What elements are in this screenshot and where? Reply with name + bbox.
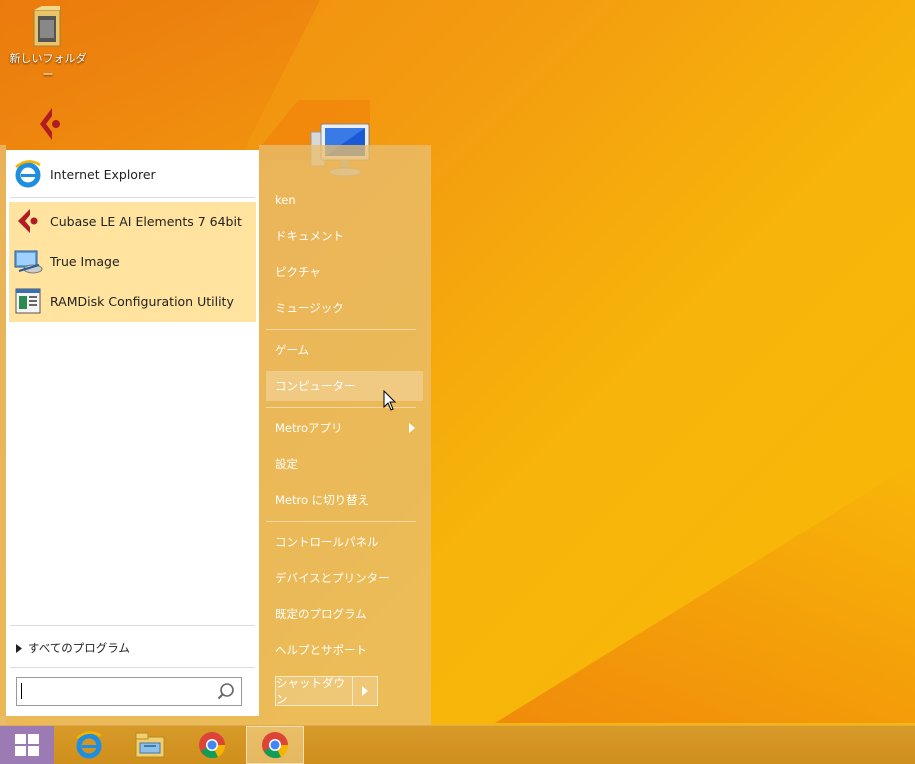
shutdown-options-button[interactable] [353, 676, 378, 706]
menu-default-programs[interactable]: 既定のプログラム [266, 599, 423, 629]
text-caret [21, 683, 22, 699]
shutdown-button[interactable]: シャットダウン [275, 676, 353, 706]
search-icon[interactable] [217, 682, 235, 700]
program-internet-explorer[interactable]: Internet Explorer [6, 154, 259, 194]
triangle-right-icon [16, 643, 22, 653]
search-input[interactable] [16, 677, 242, 706]
menu-music[interactable]: ミュージック [266, 293, 423, 323]
program-label: Cubase LE AI Elements 7 64bit [50, 213, 242, 229]
chrome-icon [199, 732, 226, 759]
program-ramdisk[interactable]: RAMDisk Configuration Utility [6, 281, 259, 321]
cubase-icon [12, 205, 44, 237]
chevron-right-icon [362, 686, 368, 696]
divider [10, 197, 255, 198]
menu-computer[interactable]: コンピューター [266, 371, 423, 401]
windows-logo-icon [15, 734, 39, 756]
divider [10, 667, 255, 668]
desktop-icon-cubase[interactable] [10, 104, 90, 144]
start-button[interactable] [0, 726, 54, 764]
program-label: Internet Explorer [50, 166, 156, 182]
all-programs-label: すべてのプログラム [28, 641, 130, 655]
desktop-icon-label: 新しいフォルダー [9, 52, 87, 81]
taskbar-ie-button[interactable] [60, 726, 118, 764]
menu-documents[interactable]: ドキュメント [266, 221, 423, 251]
taskbar [0, 725, 915, 764]
mouse-cursor [383, 389, 397, 416]
true-image-icon [12, 245, 44, 277]
chevron-right-icon [409, 423, 415, 433]
program-cubase[interactable]: Cubase LE AI Elements 7 64bit [6, 201, 259, 241]
program-label: True Image [50, 253, 120, 269]
menu-switch-metro[interactable]: Metro に切り替え [266, 485, 423, 515]
folder-icon [30, 4, 66, 48]
menu-help-support[interactable]: ヘルプとサポート [266, 635, 423, 665]
menu-games[interactable]: ゲーム [266, 335, 423, 365]
program-true-image[interactable]: True Image [6, 241, 259, 281]
menu-devices-printers[interactable]: デバイスとプリンター [266, 563, 423, 593]
ie-icon [12, 158, 44, 190]
all-programs-button[interactable]: すべてのプログラム [16, 640, 130, 656]
ramdisk-icon [12, 285, 44, 317]
program-label: RAMDisk Configuration Utility [50, 293, 234, 309]
shutdown-group: シャットダウン [275, 676, 378, 706]
taskbar-chrome-button[interactable] [183, 726, 241, 764]
chrome-icon [262, 732, 289, 759]
file-explorer-icon [135, 732, 165, 758]
divider [266, 329, 416, 330]
divider [10, 625, 255, 626]
menu-user[interactable]: ken [266, 185, 423, 215]
taskbar-explorer-button[interactable] [121, 726, 179, 764]
menu-control-panel[interactable]: コントロールパネル [266, 527, 423, 557]
menu-metro-apps-label: Metroアプリ [275, 421, 343, 435]
taskbar-chrome-active-button[interactable] [246, 726, 304, 764]
desktop-icon-new-folder[interactable]: 新しいフォルダー [8, 4, 88, 82]
menu-settings[interactable]: 設定 [266, 449, 423, 479]
start-menu-left-pane: Internet Explorer Cubase LE AI Elements … [6, 150, 259, 716]
menu-pictures[interactable]: ピクチャ [266, 257, 423, 287]
divider [266, 521, 416, 522]
ie-icon [76, 731, 102, 759]
start-menu-right-pane: ken ドキュメント ピクチャ ミュージック ゲーム コンピューター Metro… [259, 145, 431, 725]
cubase-icon [32, 104, 68, 144]
menu-metro-apps[interactable]: Metroアプリ [266, 413, 423, 443]
